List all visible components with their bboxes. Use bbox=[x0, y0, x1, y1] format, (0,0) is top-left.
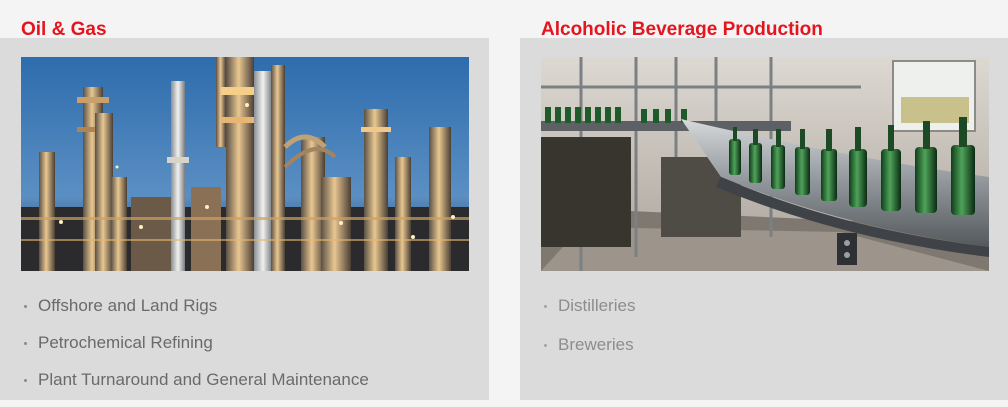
list-item[interactable]: Offshore and Land Rigs bbox=[24, 296, 369, 333]
bullet-icon bbox=[24, 379, 27, 382]
list-item[interactable]: Breweries bbox=[544, 335, 635, 374]
list-item[interactable]: Petrochemical Refining bbox=[24, 333, 369, 370]
bullet-icon bbox=[544, 305, 547, 308]
bullet-icon bbox=[24, 342, 27, 345]
section-oil-gas: Oil & Gas Offshore and Land Rigs Petroch… bbox=[0, 0, 489, 400]
refinery-image[interactable] bbox=[21, 57, 469, 271]
bullet-icon bbox=[544, 344, 547, 347]
industry-list: Offshore and Land Rigs Petrochemical Ref… bbox=[24, 296, 369, 407]
bottling-image[interactable] bbox=[541, 57, 989, 271]
bullet-icon bbox=[24, 305, 27, 308]
section-beverage: Alcoholic Beverage Production Distilleri… bbox=[520, 0, 1008, 400]
industry-card: Distilleries Breweries bbox=[520, 38, 1008, 400]
list-item[interactable]: Plant Turnaround and General Maintenance bbox=[24, 370, 369, 407]
industry-card: Offshore and Land Rigs Petrochemical Ref… bbox=[0, 38, 489, 400]
industry-list: Distilleries Breweries bbox=[544, 296, 635, 374]
list-item[interactable]: Distilleries bbox=[544, 296, 635, 335]
